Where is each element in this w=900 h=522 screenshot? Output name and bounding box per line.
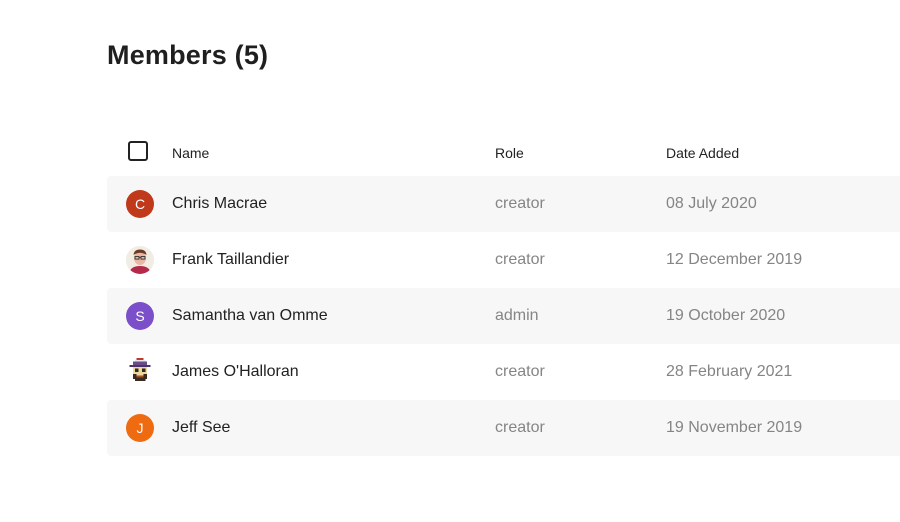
members-page: Members (5) Name Role Date Added C Chris… (0, 0, 900, 522)
table-row[interactable]: C Chris Macrae creator 08 July 2020 (107, 176, 900, 232)
member-name: Frank Taillandier (172, 251, 290, 268)
page-title: Members (5) (107, 40, 269, 70)
table-row[interactable]: S Samantha van Omme admin 19 October 202… (107, 288, 900, 344)
member-date-added: 28 February 2021 (666, 363, 793, 380)
column-header-name[interactable]: Name (172, 145, 209, 161)
table-row[interactable]: James O'Halloran creator 28 February 202… (107, 344, 900, 400)
column-header-role[interactable]: Role (495, 145, 524, 161)
member-role: creator (495, 419, 545, 436)
avatar-initial: C (134, 196, 146, 212)
avatar: C (126, 190, 154, 218)
column-header-date-added[interactable]: Date Added (666, 145, 739, 161)
members-table: Name Role Date Added C Chris Macrae crea… (107, 128, 900, 456)
member-role: creator (495, 195, 545, 212)
avatar: J (126, 414, 154, 442)
table-row[interactable]: J Jeff See creator 19 November 2019 (107, 400, 900, 456)
select-all-checkbox[interactable] (128, 141, 148, 161)
member-role: creator (495, 363, 545, 380)
table-row[interactable]: Frank Taillandier creator 12 December 20… (107, 232, 900, 288)
table-header: Name Role Date Added (107, 128, 900, 176)
avatar-initial: J (136, 420, 144, 436)
avatar (126, 358, 154, 386)
person-photo-icon (126, 246, 154, 274)
member-name: Jeff See (172, 419, 231, 436)
member-name: Chris Macrae (172, 195, 268, 212)
member-name: James O'Halloran (172, 363, 299, 380)
avatar: S (126, 302, 154, 330)
avatar-initial: S (135, 308, 145, 324)
avatar (126, 246, 154, 274)
member-name: Samantha van Omme (172, 307, 328, 324)
member-role: creator (495, 251, 545, 268)
member-date-added: 12 December 2019 (666, 251, 803, 268)
member-date-added: 19 November 2019 (666, 419, 803, 436)
pixel-character-icon (129, 358, 151, 381)
member-role: admin (495, 307, 539, 324)
member-date-added: 19 October 2020 (666, 307, 786, 324)
member-date-added: 08 July 2020 (666, 195, 757, 212)
